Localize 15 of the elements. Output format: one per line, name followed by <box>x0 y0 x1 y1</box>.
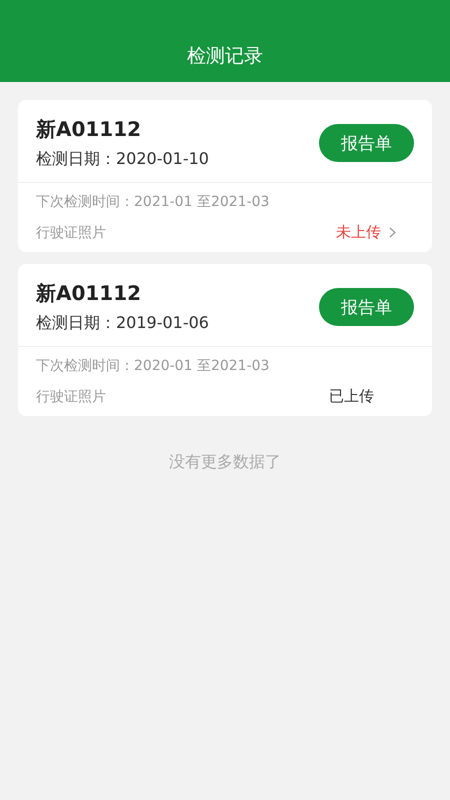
page-title: 检测记录 <box>187 44 263 69</box>
next-check-time: 下次检测时间：2021-01 至2021-03 <box>36 193 270 211</box>
chevron-icon[interactable] <box>389 227 396 238</box>
plate-number: 新A01112 <box>36 116 142 143</box>
next-check-time: 下次检测时间：2020-01 至2021-03 <box>36 357 270 375</box>
check-date: 检测日期：2020-01-10 <box>36 149 209 170</box>
license-photo-label: 行驶证照片 <box>36 224 106 242</box>
plate-number: 新A01112 <box>36 280 142 307</box>
license-photo-label: 行驶证照片 <box>36 388 106 406</box>
upload-status: 未上传 <box>336 223 381 242</box>
upload-status: 已上传 <box>329 387 374 406</box>
report-button[interactable]: 报告单 <box>319 124 414 162</box>
report-button[interactable]: 报告单 <box>319 288 414 326</box>
no-more-data: 没有更多数据了 <box>168 452 282 473</box>
check-date: 检测日期：2019-01-06 <box>36 313 209 334</box>
